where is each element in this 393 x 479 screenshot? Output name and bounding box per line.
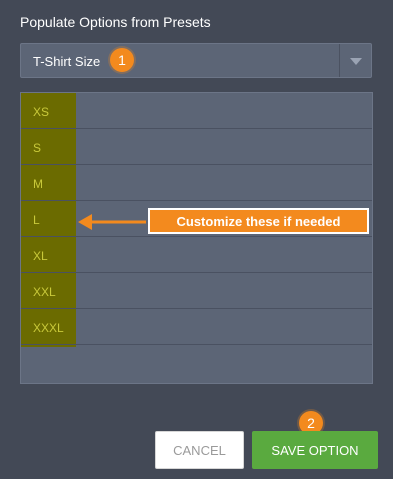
section-title: Populate Options from Presets <box>20 14 211 30</box>
option-row[interactable]: XL <box>21 237 372 273</box>
step-badge-1: 1 <box>110 48 134 72</box>
preset-select-value: T-Shirt Size <box>33 54 101 69</box>
option-row[interactable]: XXL <box>21 273 372 309</box>
option-row-empty[interactable] <box>21 345 372 381</box>
option-label: XS <box>33 105 50 119</box>
cancel-button[interactable]: CANCEL <box>155 431 244 469</box>
option-label: M <box>33 177 43 191</box>
options-list: XS S M L XL XXL XXXL <box>20 92 373 384</box>
caret-down-icon <box>350 58 362 65</box>
option-label: XXXL <box>33 321 64 335</box>
option-row[interactable]: S <box>21 129 372 165</box>
arrow-left-icon <box>78 214 146 230</box>
option-label: S <box>33 141 42 155</box>
option-row[interactable]: M <box>21 165 372 201</box>
option-label: XL <box>33 249 48 263</box>
callout-note: Customize these if needed <box>148 208 369 234</box>
option-label: XXL <box>33 285 56 299</box>
select-dropdown-toggle[interactable] <box>339 44 371 77</box>
option-row[interactable]: XS <box>21 93 372 129</box>
option-row[interactable]: XXXL <box>21 309 372 345</box>
option-label: L <box>33 213 40 227</box>
save-option-button[interactable]: SAVE OPTION <box>252 431 378 469</box>
preset-select[interactable]: T-Shirt Size <box>20 43 372 78</box>
